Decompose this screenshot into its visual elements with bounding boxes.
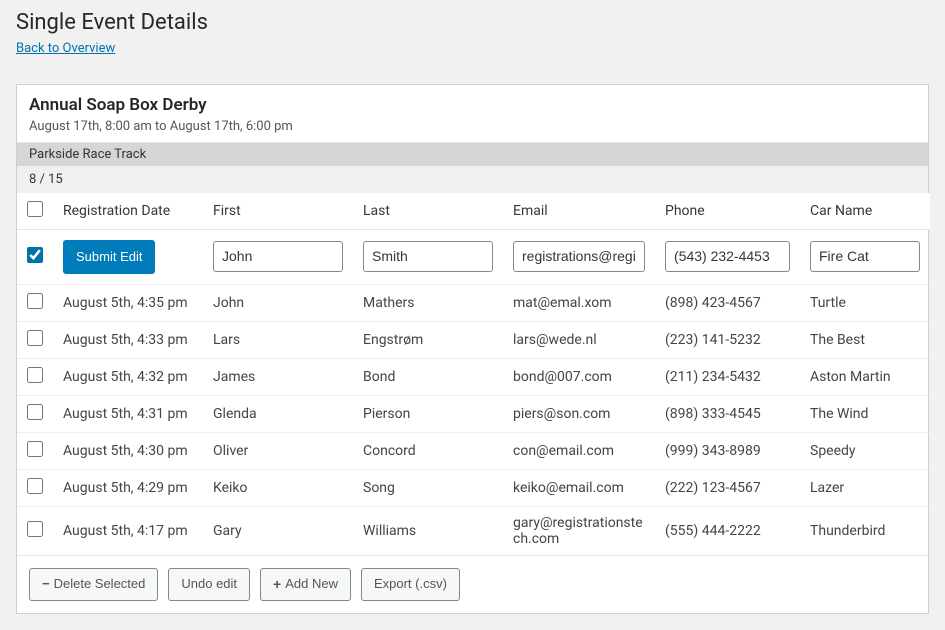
delete-selected-button[interactable]: − Delete Selected xyxy=(29,568,158,601)
col-first[interactable]: First xyxy=(203,193,353,230)
cell-date: August 5th, 4:29 pm xyxy=(53,469,203,506)
cell-phone: (222) 123-4567 xyxy=(655,469,800,506)
cell-email: keiko@email.com xyxy=(503,469,655,506)
row-checkbox[interactable] xyxy=(27,478,43,494)
cell-date: August 5th, 4:30 pm xyxy=(53,432,203,469)
event-card: Annual Soap Box Derby August 17th, 8:00 … xyxy=(16,84,929,614)
cell-last: Song xyxy=(353,469,503,506)
registration-count: 8 / 15 xyxy=(17,166,928,193)
edit-email-input[interactable] xyxy=(513,241,645,272)
event-title: Annual Soap Box Derby xyxy=(29,95,916,115)
cell-last: Williams xyxy=(353,506,503,555)
cell-last: Pierson xyxy=(353,395,503,432)
col-car-name[interactable]: Car Name xyxy=(800,193,930,230)
table-row: August 5th, 4:32 pm James Bond bond@007.… xyxy=(17,358,930,395)
event-venue: Parkside Race Track xyxy=(17,143,928,166)
cell-car: Turtle xyxy=(800,284,930,321)
cell-date: August 5th, 4:33 pm xyxy=(53,321,203,358)
table-row: August 5th, 4:17 pm Gary Williams gary@r… xyxy=(17,506,930,555)
cell-car: Thunderbird xyxy=(800,506,930,555)
cell-car: Speedy xyxy=(800,432,930,469)
cell-email: gary@registrationstech.com xyxy=(503,506,655,555)
cell-last: Mathers xyxy=(353,284,503,321)
col-email[interactable]: Email xyxy=(503,193,655,230)
cell-first: John xyxy=(203,284,353,321)
table-row: August 5th, 4:35 pm John Mathers mat@ema… xyxy=(17,284,930,321)
edit-first-input[interactable] xyxy=(213,241,343,272)
add-new-button[interactable]: + Add New xyxy=(260,568,351,601)
col-registration-date[interactable]: Registration Date xyxy=(53,193,203,230)
edit-row: Submit Edit xyxy=(17,230,930,285)
table-row: August 5th, 4:33 pm Lars Engstrøm lars@w… xyxy=(17,321,930,358)
edit-last-input[interactable] xyxy=(363,241,493,272)
col-phone[interactable]: Phone xyxy=(655,193,800,230)
cell-email: lars@wede.nl xyxy=(503,321,655,358)
table-row: August 5th, 4:29 pm Keiko Song keiko@ema… xyxy=(17,469,930,506)
export-csv-button[interactable]: Export (.csv) xyxy=(361,568,460,601)
cell-date: August 5th, 4:32 pm xyxy=(53,358,203,395)
edit-car-input[interactable] xyxy=(810,241,920,272)
cell-phone: (898) 423-4567 xyxy=(655,284,800,321)
row-checkbox[interactable] xyxy=(27,441,43,457)
delete-label: Delete Selected xyxy=(54,574,146,594)
cell-date: August 5th, 4:31 pm xyxy=(53,395,203,432)
row-checkbox-edit[interactable] xyxy=(27,247,43,263)
cell-car: Lazer xyxy=(800,469,930,506)
cell-email: bond@007.com xyxy=(503,358,655,395)
table-row: August 5th, 4:30 pm Oliver Concord con@e… xyxy=(17,432,930,469)
row-checkbox[interactable] xyxy=(27,330,43,346)
select-all-checkbox[interactable] xyxy=(27,201,43,217)
row-checkbox[interactable] xyxy=(27,521,43,537)
cell-last: Concord xyxy=(353,432,503,469)
registrations-table: Registration Date First Last Email Phone… xyxy=(17,193,930,556)
card-header: Annual Soap Box Derby August 17th, 8:00 … xyxy=(17,85,928,143)
cell-email: mat@emal.xom xyxy=(503,284,655,321)
footer-actions: − Delete Selected Undo edit + Add New Ex… xyxy=(17,556,928,613)
cell-last: Bond xyxy=(353,358,503,395)
cell-email: con@email.com xyxy=(503,432,655,469)
cell-first: James xyxy=(203,358,353,395)
cell-email: piers@son.com xyxy=(503,395,655,432)
row-checkbox[interactable] xyxy=(27,367,43,383)
cell-phone: (211) 234-5432 xyxy=(655,358,800,395)
cell-first: Glenda xyxy=(203,395,353,432)
cell-first: Oliver xyxy=(203,432,353,469)
cell-first: Keiko xyxy=(203,469,353,506)
cell-car: The Best xyxy=(800,321,930,358)
cell-phone: (999) 343-8989 xyxy=(655,432,800,469)
event-date-range: August 17th, 8:00 am to August 17th, 6:0… xyxy=(29,119,916,134)
col-last[interactable]: Last xyxy=(353,193,503,230)
table-row: August 5th, 4:31 pm Glenda Pierson piers… xyxy=(17,395,930,432)
cell-first: Lars xyxy=(203,321,353,358)
cell-date: August 5th, 4:35 pm xyxy=(53,284,203,321)
row-checkbox[interactable] xyxy=(27,404,43,420)
edit-phone-input[interactable] xyxy=(665,241,790,272)
submit-edit-button[interactable]: Submit Edit xyxy=(63,240,155,274)
cell-phone: (898) 333-4545 xyxy=(655,395,800,432)
cell-car: Aston Martin xyxy=(800,358,930,395)
undo-edit-button[interactable]: Undo edit xyxy=(168,568,250,601)
add-label: Add New xyxy=(285,574,338,594)
cell-first: Gary xyxy=(203,506,353,555)
cell-phone: (555) 444-2222 xyxy=(655,506,800,555)
plus-icon: + xyxy=(273,574,281,595)
cell-car: The Wind xyxy=(800,395,930,432)
back-link[interactable]: Back to Overview xyxy=(16,41,115,56)
cell-last: Engstrøm xyxy=(353,321,503,358)
minus-icon: − xyxy=(42,574,50,594)
row-checkbox[interactable] xyxy=(27,293,43,309)
cell-phone: (223) 141-5232 xyxy=(655,321,800,358)
page-title: Single Event Details xyxy=(16,10,929,35)
cell-date: August 5th, 4:17 pm xyxy=(53,506,203,555)
